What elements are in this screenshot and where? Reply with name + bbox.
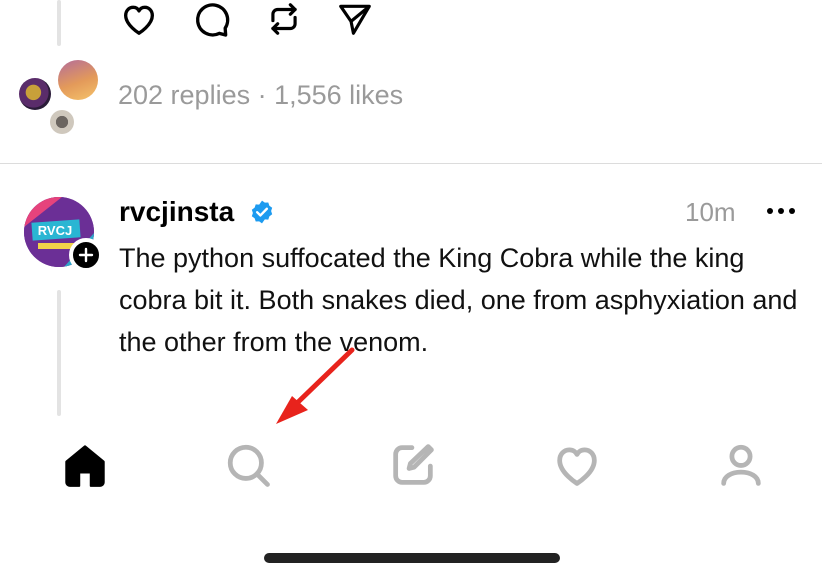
repost-icon <box>271 3 297 35</box>
compose-icon <box>393 444 434 485</box>
like-button[interactable] <box>117 0 161 41</box>
profile-icon <box>721 444 761 486</box>
share-button[interactable] <box>333 0 377 41</box>
comment-bubble-icon <box>196 3 230 37</box>
plus-icon <box>78 247 94 263</box>
heart-icon <box>557 447 597 486</box>
tab-compose[interactable] <box>383 435 443 495</box>
thread-line-top <box>57 0 61 46</box>
post-text: The python suffocated the King Cobra whi… <box>119 243 798 357</box>
tab-profile[interactable] <box>711 435 771 495</box>
more-options-icon[interactable] <box>764 199 798 223</box>
stats-separator: · <box>250 80 275 110</box>
post-username[interactable]: rvcjinsta <box>119 196 234 228</box>
tab-search[interactable] <box>218 435 278 495</box>
search-icon <box>227 444 270 487</box>
home-indicator <box>264 553 560 563</box>
verified-badge-icon <box>251 200 273 224</box>
post-timestamp: 10m <box>685 197 736 227</box>
home-icon <box>65 445 105 487</box>
repost-button[interactable] <box>262 0 306 41</box>
send-icon <box>339 4 371 35</box>
post-divider <box>0 163 822 164</box>
replier-avatar-3[interactable] <box>50 110 74 134</box>
heart-icon <box>124 5 154 35</box>
thread-line-post <box>57 290 61 416</box>
avatar-logo-text: RVCJ <box>38 223 72 238</box>
annotation-arrow <box>276 347 355 424</box>
reply-button[interactable] <box>189 0 233 41</box>
replier-avatar-2[interactable] <box>58 60 98 100</box>
post-stats: 202 replies · 1,556 likes <box>118 80 403 111</box>
replier-avatar-1[interactable] <box>19 78 51 110</box>
replies-count[interactable]: 202 replies <box>118 80 250 110</box>
tab-activity[interactable] <box>547 435 607 495</box>
tab-home[interactable] <box>55 435 115 495</box>
follow-button[interactable] <box>69 238 103 272</box>
likes-count[interactable]: 1,556 likes <box>274 80 403 110</box>
